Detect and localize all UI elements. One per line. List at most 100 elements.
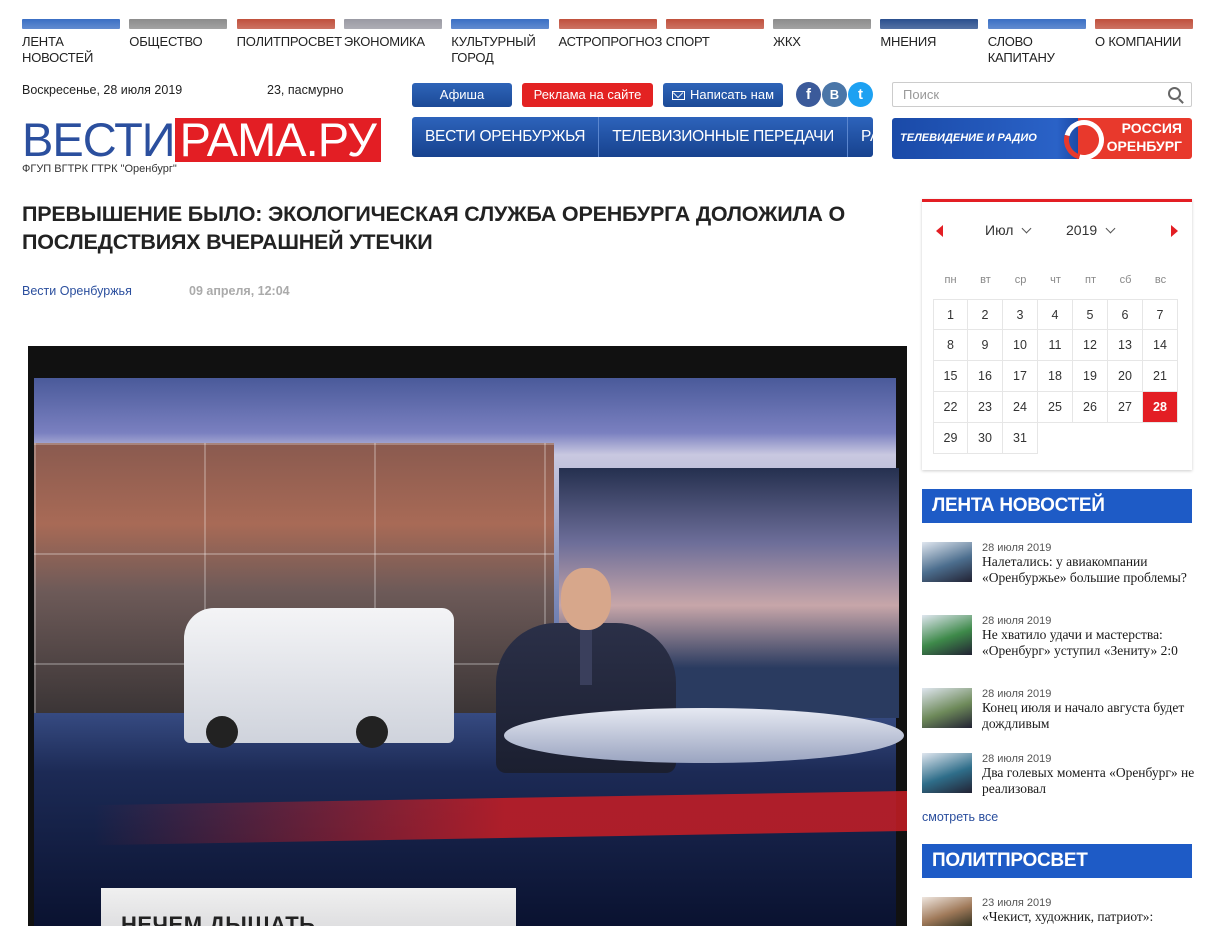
calendar-day[interactable]: 19 [1073, 361, 1108, 392]
topnav-item[interactable]: СЛОВО КАПИТАНУ [987, 19, 1086, 66]
news-headline[interactable]: «Чекист, художник, патриот»: [982, 909, 1197, 925]
vk-icon[interactable]: B [822, 82, 847, 107]
topnav-item[interactable]: ПОЛИТПРОСВЕТ [236, 19, 342, 50]
calendar-day[interactable]: 1 [933, 299, 968, 330]
topnav-color-bar [129, 19, 228, 29]
topnav-label: СЛОВО КАПИТАНУ [987, 34, 1055, 65]
news-thumbnail[interactable] [922, 615, 972, 655]
video-van [184, 608, 454, 748]
calendar-day[interactable]: 30 [968, 423, 1003, 454]
video-desk [504, 708, 904, 763]
see-all-link[interactable]: смотреть все [922, 810, 998, 824]
topnav-color-bar [665, 19, 764, 29]
search-input[interactable] [893, 83, 1153, 106]
calendar-day[interactable]: 26 [1073, 392, 1108, 423]
news-thumbnail[interactable] [922, 542, 972, 582]
news-headline[interactable]: Не хватило удачи и мастерства: «Оренбург… [982, 627, 1197, 659]
banner-line2: ОРЕНБУРГ [1104, 138, 1184, 154]
calendar: Июл 2019 пн вт ср чт пт сб вс 1 2 3 4 5 6 7 8 9 10 11 12 1… [922, 199, 1192, 470]
ads-button[interactable]: Реклама на сайте [522, 83, 653, 107]
topnav-item[interactable]: КУЛЬТУРНЫЙ ГОРОД [451, 19, 550, 66]
topnav-item[interactable]: ЖКХ [773, 19, 872, 50]
main-nav: ВЕСТИ ОРЕНБУРЖЬЯ ТЕЛЕВИЗИОННЫЕ ПЕРЕДАЧИ … [412, 117, 914, 157]
calendar-day[interactable]: 7 [1143, 299, 1178, 330]
facebook-icon[interactable]: f [796, 82, 821, 107]
logo-subtitle: ФГУП ВГТРК ГТРК "Оренбург" [22, 163, 177, 175]
calendar-day-today[interactable]: 28 [1143, 392, 1178, 423]
rossia-orenburg-banner[interactable]: ТЕЛЕВИДЕНИЕ И РАДИО РОССИЯ ОРЕНБУРГ [892, 118, 1192, 159]
calendar-day[interactable]: 10 [1003, 330, 1038, 361]
calendar-day[interactable]: 29 [933, 423, 968, 454]
topnav-item[interactable]: МНЕНИЯ [880, 19, 979, 50]
calendar-day[interactable]: 23 [968, 392, 1003, 423]
news-headline[interactable]: Налетались: у авиакомпании «Оренбуржье» … [982, 554, 1197, 586]
write-us-button[interactable]: Написать нам [663, 83, 783, 107]
calendar-day[interactable]: 27 [1108, 392, 1143, 423]
calendar-day[interactable]: 14 [1143, 330, 1178, 361]
twitter-icon[interactable]: t [848, 82, 873, 107]
news-feed-heading[interactable]: ЛЕНТА НОВОСТЕЙ [922, 489, 1192, 523]
calendar-day[interactable]: 12 [1073, 330, 1108, 361]
news-thumbnail[interactable] [922, 688, 972, 728]
news-headline[interactable]: Конец июля и начало августа будет дождли… [982, 700, 1197, 732]
news-thumbnail[interactable] [922, 753, 972, 793]
calendar-day[interactable]: 31 [1003, 423, 1038, 454]
logo-part2: РАМА.РУ [174, 116, 381, 163]
topnav-label: ЖКХ [773, 34, 801, 49]
topnav-item[interactable]: О КОМПАНИИ [1095, 19, 1193, 50]
calendar-month-select[interactable]: Июл [985, 222, 1032, 238]
news-date: 28 июля 2019 [982, 542, 1052, 554]
calendar-prev-icon[interactable] [936, 225, 943, 237]
topnav-item[interactable]: ОБЩЕСТВО [129, 19, 228, 50]
topnav-color-bar [987, 19, 1086, 29]
calendar-weekday: ср [1014, 274, 1027, 286]
calendar-day[interactable]: 22 [933, 392, 968, 423]
calendar-day[interactable]: 3 [1003, 299, 1038, 330]
topnav-color-bar [880, 19, 979, 29]
calendar-day[interactable]: 24 [1003, 392, 1038, 423]
topnav-label: МНЕНИЯ [880, 34, 937, 49]
topnav-item[interactable]: АСТРОПРОГНОЗ [558, 19, 662, 50]
topnav-item[interactable]: ЭКОНОМИКА [343, 19, 442, 50]
calendar-day[interactable]: 15 [933, 361, 968, 392]
calendar-month: Июл [985, 222, 1014, 238]
topnav-color-bar [451, 19, 550, 29]
calendar-year-select[interactable]: 2019 [1066, 222, 1116, 238]
calendar-day[interactable]: 17 [1003, 361, 1038, 392]
topnav-color-bar [236, 19, 335, 29]
calendar-day[interactable]: 6 [1108, 299, 1143, 330]
calendar-day[interactable]: 20 [1108, 361, 1143, 392]
write-us-label: Написать нам [689, 87, 775, 102]
calendar-day[interactable]: 9 [968, 330, 1003, 361]
news-headline[interactable]: Два голевых момента «Оренбург» не реализ… [982, 765, 1197, 797]
article-title: ПРЕВЫШЕНИЕ БЫЛО: ЭКОЛОГИЧЕСКАЯ СЛУЖБА ОР… [22, 202, 846, 254]
calendar-day[interactable]: 13 [1108, 330, 1143, 361]
mail-icon [671, 91, 685, 100]
calendar-day[interactable]: 2 [968, 299, 1003, 330]
calendar-day[interactable]: 5 [1073, 299, 1108, 330]
calendar-day[interactable]: 11 [1038, 330, 1073, 361]
topnav-label: ЛЕНТА НОВОСТЕЙ [22, 34, 94, 65]
politprosvet-heading[interactable]: ПОЛИТПРОСВЕТ [922, 844, 1192, 878]
calendar-day[interactable]: 21 [1143, 361, 1178, 392]
calendar-day[interactable]: 8 [933, 330, 968, 361]
site-logo[interactable]: ВЕСТИ РАМА.РУ [22, 116, 381, 163]
calendar-day[interactable]: 18 [1038, 361, 1073, 392]
calendar-day[interactable]: 16 [968, 361, 1003, 392]
news-thumbnail[interactable] [922, 897, 972, 926]
calendar-next-icon[interactable] [1171, 225, 1178, 237]
topnav-label: СПОРТ [665, 34, 710, 49]
nav-tv-programs[interactable]: ТЕЛЕВИЗИОННЫЕ ПЕРЕДАЧИ [599, 117, 848, 157]
article-author[interactable]: Вести Оренбуржья [22, 284, 132, 298]
topnav-item[interactable]: ЛЕНТА НОВОСТЕЙ [22, 19, 120, 66]
topnav-item[interactable]: СПОРТ [665, 19, 764, 50]
video-lower-third: НЕЧЕМ ДЫШАТЬ [101, 888, 516, 926]
topnav-label: ПОЛИТПРОСВЕТ [236, 34, 342, 49]
calendar-day[interactable]: 25 [1038, 392, 1073, 423]
search-icon[interactable] [1168, 87, 1181, 100]
nav-vesti-orenburzhya[interactable]: ВЕСТИ ОРЕНБУРЖЬЯ [412, 117, 600, 157]
video-player[interactable]: НЕЧЕМ ДЫШАТЬ [28, 346, 907, 926]
calendar-weekdays: пн вт ср чт пт сб вс [933, 274, 1178, 286]
afisha-button[interactable]: Афиша [412, 83, 512, 107]
calendar-day[interactable]: 4 [1038, 299, 1073, 330]
